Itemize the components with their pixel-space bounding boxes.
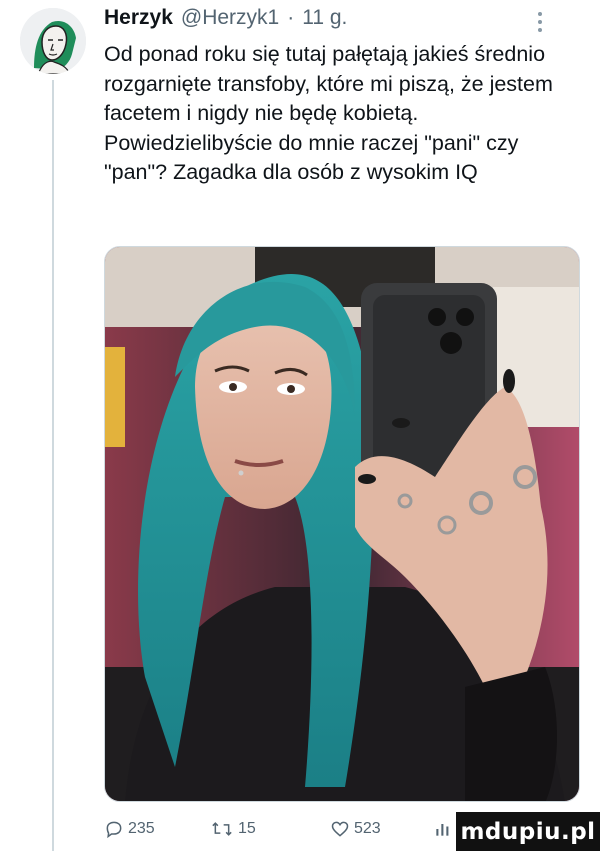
- like-button[interactable]: 523: [330, 816, 381, 842]
- retweet-count: 15: [238, 820, 256, 837]
- reply-button[interactable]: 235: [104, 816, 155, 842]
- more-dot: [538, 28, 542, 32]
- retweet-button[interactable]: 15: [210, 816, 256, 842]
- tweet-action-bar: 235 15 523 3: [104, 816, 484, 842]
- tweet-photo[interactable]: [104, 246, 580, 802]
- author-name[interactable]: Herzyk: [104, 6, 173, 30]
- more-options-button[interactable]: [530, 10, 550, 34]
- tweet-timestamp[interactable]: 11 g.: [302, 6, 347, 30]
- more-dots-icon: [538, 12, 542, 16]
- views-bar-chart-icon: [436, 824, 449, 836]
- reply-icon: [106, 821, 122, 839]
- reply-count: 235: [128, 820, 155, 837]
- tweet-text: Od ponad roku się tutaj pałętają jakieś …: [104, 42, 553, 184]
- header-separator: ·: [287, 6, 295, 29]
- site-watermark: mdupiu.pl: [456, 812, 600, 851]
- like-count: 523: [354, 820, 381, 837]
- avatar-illustration: [20, 8, 86, 74]
- tweet-header: Herzyk @Herzyk1 · 11 g.: [104, 6, 347, 36]
- photo-image: [105, 247, 579, 801]
- author-handle[interactable]: @Herzyk1: [181, 6, 279, 30]
- thread-line: [52, 80, 54, 851]
- heart-icon: [331, 821, 349, 837]
- author-avatar[interactable]: [20, 8, 86, 74]
- more-dot: [538, 20, 542, 24]
- retweet-icon: [212, 822, 232, 836]
